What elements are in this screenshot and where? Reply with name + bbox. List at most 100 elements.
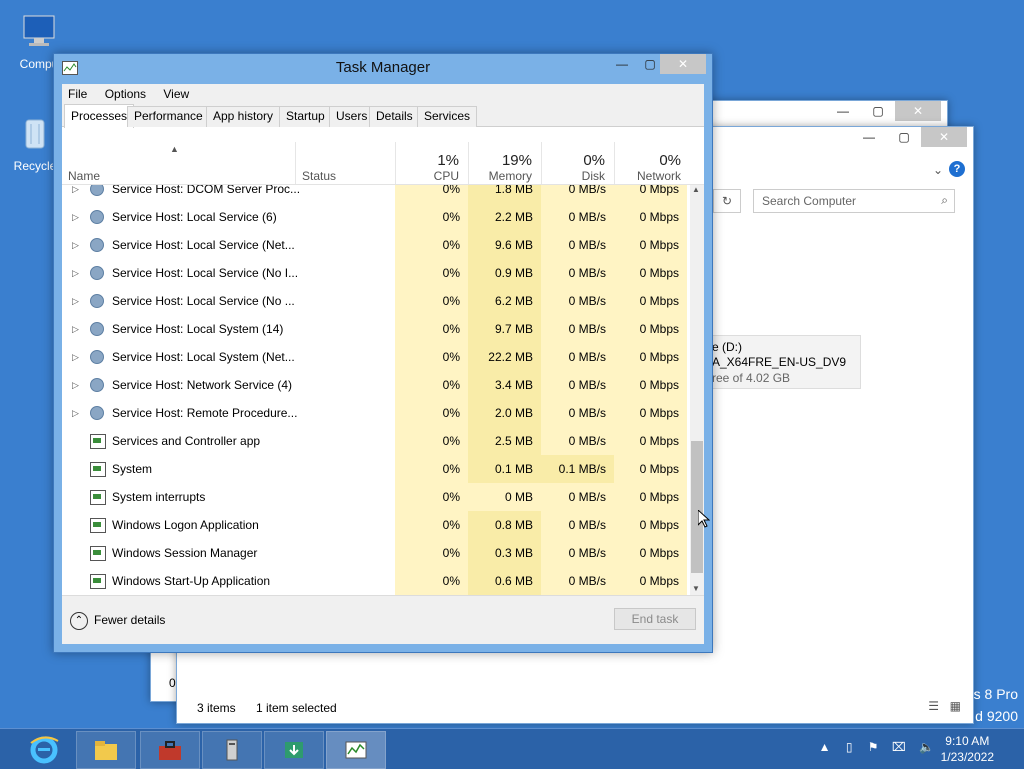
column-header-disk[interactable]: 0% Disk: [541, 142, 615, 184]
column-header-network[interactable]: 0% Network: [614, 142, 691, 184]
edition-watermark: s 8 Pro: [973, 686, 1018, 702]
menu-options[interactable]: Options: [105, 87, 146, 101]
close-button[interactable]: ✕: [895, 101, 941, 121]
task-manager-window[interactable]: Task Manager — ▢ ✕ File Options View Pro…: [53, 53, 713, 653]
maximize-button[interactable]: ▢: [864, 101, 892, 121]
memory-cell: 0.3 MB: [468, 539, 541, 567]
scrollbar-thumb[interactable]: [691, 441, 703, 573]
system-tray: ▲ ▯ ⚑ ⌧ 🔈: [819, 740, 934, 754]
taskbar-toolbox[interactable]: [140, 731, 200, 769]
disk-cell: 0.1 MB/s: [541, 455, 614, 483]
tab-strip: Processes Performance App history Startu…: [62, 104, 704, 128]
expand-chevron-icon[interactable]: ▷: [72, 203, 79, 231]
tray-expand-icon[interactable]: ▲: [819, 740, 831, 754]
process-row[interactable]: Services and Controller app 0% 2.5 MB 0 MB/…: [62, 427, 690, 455]
end-task-button[interactable]: End task: [614, 608, 696, 630]
process-row[interactable]: System 0% 0.1 MB 0.1 MB/s 0 Mbps: [62, 455, 690, 483]
memory-cell: 22.2 MB: [468, 343, 541, 371]
column-header-cpu[interactable]: 1% CPU: [395, 142, 469, 184]
column-header-status[interactable]: Status: [295, 142, 396, 184]
build-watermark: d 9200: [975, 708, 1018, 724]
maximize-button[interactable]: ▢: [890, 127, 918, 147]
process-row[interactable]: ▷ Service Host: Local Service (Net... 0% 9.…: [62, 231, 690, 259]
gear-icon: [90, 294, 104, 308]
minimize-button[interactable]: —: [829, 101, 857, 121]
memory-cell: 9.7 MB: [468, 315, 541, 343]
process-row[interactable]: Windows Session Manager 0% 0.3 MB 0 MB/s 0 M…: [62, 539, 690, 567]
network-cell: 0 Mbps: [614, 399, 687, 427]
minimize-button[interactable]: —: [855, 127, 883, 147]
tiles-view-icon[interactable]: ▦: [950, 699, 961, 713]
tab-performance[interactable]: Performance: [127, 106, 210, 127]
column-header-memory[interactable]: 19% Memory: [468, 142, 542, 184]
process-name: Service Host: Local System (Net...: [112, 350, 295, 364]
expand-chevron-icon[interactable]: ▷: [72, 185, 79, 203]
expand-chevron-icon[interactable]: ▷: [72, 231, 79, 259]
expand-chevron-icon[interactable]: ▷: [72, 371, 79, 399]
taskbar-server-manager[interactable]: [202, 731, 262, 769]
process-row[interactable]: ▷ Service Host: Network Service (4) 0% 3.4 …: [62, 371, 690, 399]
process-name-cell: ▷ Service Host: Network Service (4): [62, 371, 395, 399]
expand-chevron-icon[interactable]: ▷: [72, 399, 79, 427]
details-view-icon[interactable]: ☰: [928, 699, 939, 713]
status-item-count: 3 items: [197, 701, 236, 715]
search-icon: ⌕: [941, 193, 948, 207]
process-name: Service Host: Local Service (6): [112, 210, 277, 224]
taskbar-download[interactable]: [264, 731, 324, 769]
close-button[interactable]: ✕: [660, 54, 706, 74]
column-header-name[interactable]: Name: [68, 169, 100, 183]
gear-icon: [90, 210, 104, 224]
action-center-flag-icon[interactable]: ⚑: [868, 740, 879, 754]
help-icon[interactable]: ?: [949, 161, 965, 177]
volume-icon[interactable]: 🔈: [919, 740, 934, 754]
refresh-button[interactable]: ↻: [713, 189, 741, 213]
disk-cell: 0 MB/s: [541, 185, 614, 203]
process-row[interactable]: ▷ Service Host: Local Service (6) 0% 2.2 MB…: [62, 203, 690, 231]
process-row[interactable]: ▷ Service Host: DCOM Server Proc... 0% 1.8 …: [62, 185, 690, 203]
tab-services[interactable]: Services: [417, 106, 478, 127]
drive-tile[interactable]: e (D:) A_X64FRE_EN-US_DV9 ree of 4.02 GB: [707, 335, 861, 389]
cpu-cell: 0%: [395, 567, 468, 595]
tab-details[interactable]: Details: [369, 106, 420, 127]
taskbar-clock[interactable]: 9:10 AM 1/23/2022: [941, 733, 994, 765]
network-icon[interactable]: ⌧: [892, 740, 906, 754]
expand-chevron-icon[interactable]: ▷: [72, 259, 79, 287]
process-row[interactable]: ▷ Service Host: Local Service (No I... 0% 0…: [62, 259, 690, 287]
ribbon-expand-icon[interactable]: ⌄: [933, 163, 943, 177]
process-row[interactable]: Windows Logon Application 0% 0.8 MB 0 MB/s 0…: [62, 511, 690, 539]
taskbar-file-explorer[interactable]: [76, 731, 136, 769]
menu-view[interactable]: View: [163, 87, 189, 101]
scroll-down-icon[interactable]: ▼: [692, 584, 700, 593]
close-button[interactable]: ✕: [921, 127, 967, 147]
tab-processes[interactable]: Processes: [64, 104, 135, 128]
memory-cell: 6.2 MB: [468, 287, 541, 315]
mouse-cursor-icon: [698, 510, 710, 528]
network-cell: 0 Mbps: [614, 315, 687, 343]
fewer-details-label: Fewer details: [94, 613, 166, 628]
minimize-button[interactable]: —: [608, 54, 636, 74]
process-row[interactable]: ▷ Service Host: Local Service (No ... 0% 6.…: [62, 287, 690, 315]
process-row[interactable]: ▷ Service Host: Remote Procedure... 0% 2.0 …: [62, 399, 690, 427]
recycle-bin-icon: [25, 119, 45, 149]
search-box[interactable]: Search Computer ⌕: [753, 189, 955, 213]
expand-chevron-icon[interactable]: ▷: [72, 343, 79, 371]
expand-chevron-icon[interactable]: ▷: [72, 315, 79, 343]
process-row[interactable]: System interrupts 0% 0 MB 0 MB/s 0 Mbps: [62, 483, 690, 511]
tab-users[interactable]: Users: [329, 106, 375, 127]
scroll-up-icon[interactable]: ▲: [692, 185, 700, 194]
process-row[interactable]: Windows Start-Up Application 0% 0.6 MB 0 MB…: [62, 567, 690, 595]
taskbar-ie[interactable]: [28, 733, 64, 765]
taskbar-task-manager[interactable]: [326, 731, 386, 769]
tab-startup[interactable]: Startup: [279, 106, 332, 127]
network-cell: 0 Mbps: [614, 511, 687, 539]
tab-app-history[interactable]: App history: [206, 106, 281, 127]
fewer-details-button[interactable]: ⌃ Fewer details: [70, 612, 165, 630]
expand-chevron-icon[interactable]: ▷: [72, 287, 79, 315]
process-name: Service Host: DCOM Server Proc...: [112, 185, 301, 196]
keyboard-icon[interactable]: ▯: [846, 740, 853, 754]
network-cell: 0 Mbps: [614, 455, 687, 483]
process-row[interactable]: ▷ Service Host: Local System (Net... 0% 22.…: [62, 343, 690, 371]
menu-file[interactable]: File: [68, 87, 87, 101]
vertical-scrollbar[interactable]: ▲ ▼: [690, 185, 704, 595]
process-row[interactable]: ▷ Service Host: Local System (14) 0% 9.7 MB…: [62, 315, 690, 343]
